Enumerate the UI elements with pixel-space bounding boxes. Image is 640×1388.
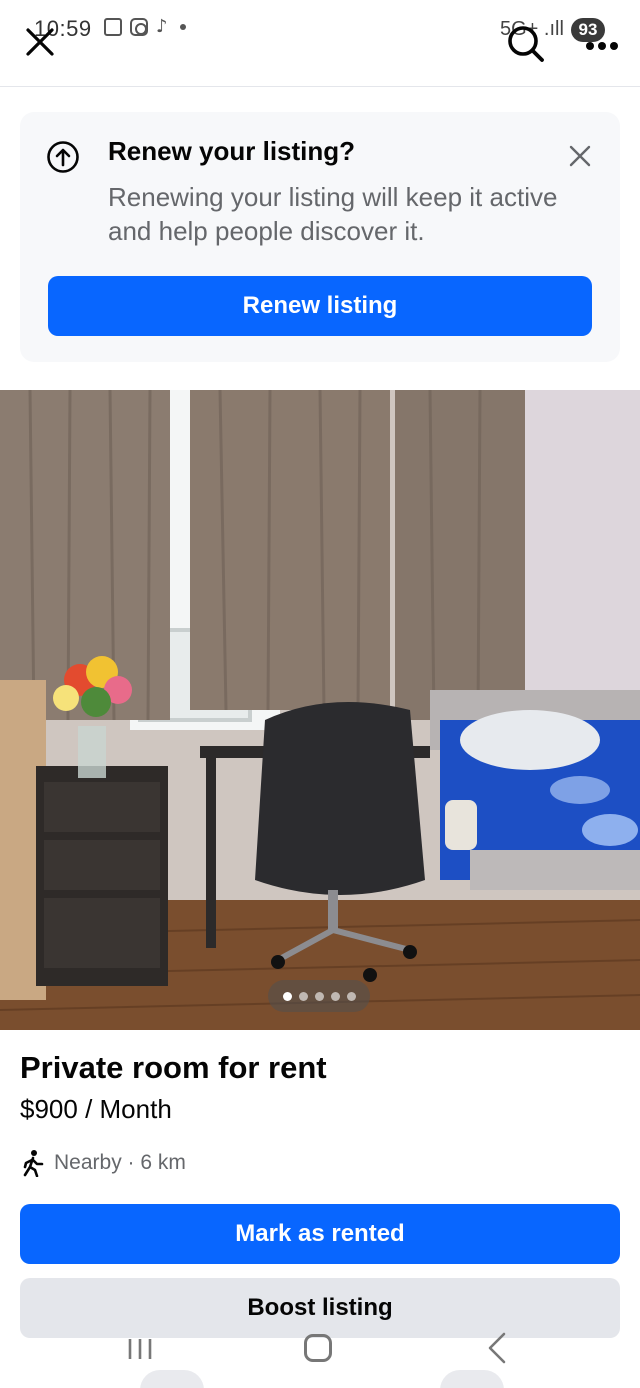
screenshot-notification-icon — [104, 18, 122, 36]
more-icon — [586, 42, 618, 50]
pager-dot — [346, 991, 356, 1001]
close-icon — [26, 28, 54, 56]
renew-listing-button[interactable]: Renew listing — [48, 276, 592, 336]
close-button[interactable] — [22, 24, 58, 60]
search-button[interactable] — [504, 22, 548, 66]
arrow-up-circle-icon — [47, 141, 79, 173]
more-notifications-dot-icon — [179, 24, 186, 30]
listing-price: $900 / Month — [20, 1094, 172, 1124]
instagram-icon — [130, 18, 148, 36]
pager-dot — [298, 991, 308, 1001]
location-text: Nearby · 6 km — [54, 1151, 186, 1174]
pager-dot — [330, 991, 340, 1001]
room-photo-image — [0, 390, 640, 1030]
image-pager — [268, 980, 370, 1012]
home-icon[interactable] — [304, 1334, 332, 1362]
listing-photo[interactable] — [0, 390, 640, 1030]
bottom-bubble-right — [440, 1370, 504, 1388]
mark-as-rented-button[interactable]: Mark as rented — [20, 1204, 620, 1264]
listing-title: Private room for rent — [20, 1050, 327, 1085]
search-icon — [508, 26, 544, 62]
dismiss-renew-button[interactable] — [566, 142, 594, 170]
walking-person-icon — [23, 1150, 44, 1177]
location-row: Nearby · 6 km — [20, 1148, 186, 1178]
bottom-bubble-left — [140, 1370, 204, 1388]
back-icon[interactable] — [484, 1332, 508, 1364]
close-icon — [569, 145, 591, 167]
recent-apps-icon[interactable] — [126, 1338, 154, 1360]
renew-listing-card: Renew your listing? Renewing your listin… — [20, 112, 620, 362]
header-divider — [0, 86, 640, 87]
more-options-button[interactable] — [584, 36, 620, 56]
pager-dot — [314, 991, 324, 1001]
system-navigation-bar — [0, 1318, 640, 1388]
notification-icons: ♪ — [104, 18, 186, 36]
renew-description: Renewing your listing will keep it activ… — [108, 182, 558, 246]
renew-title: Renew your listing? — [108, 136, 356, 166]
pager-dot — [282, 991, 292, 1001]
tiktok-icon: ♪ — [156, 16, 168, 37]
